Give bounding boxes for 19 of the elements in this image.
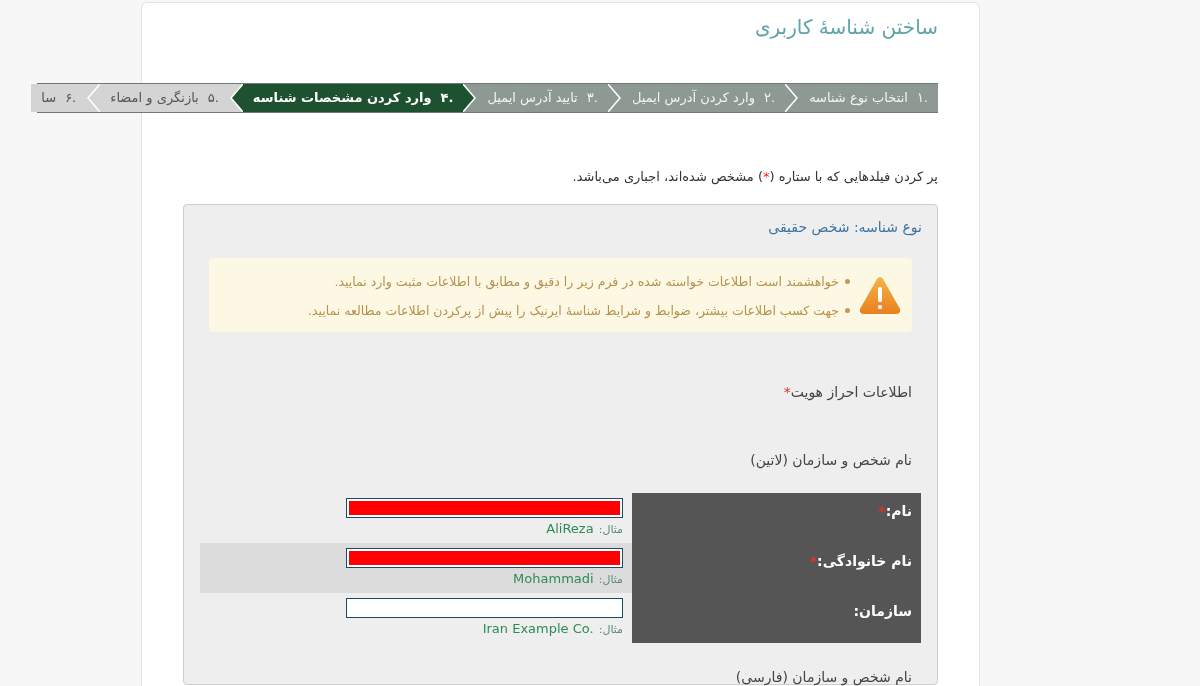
section-title: اطلاعات احراز هویت* (783, 384, 912, 400)
wizard-step[interactable]: ۳. تایید آدرس ایمیل (477, 84, 608, 112)
field-label: سازمان: (853, 603, 912, 619)
required-fields-note: پر کردن فیلدهایی که با ستاره (* ) مشخص شده‌اند، اجباری می‌باشد. (571, 168, 938, 187)
page-title: ساختن شناسهٔ کاربری (754, 14, 938, 41)
bullet-icon (845, 308, 850, 313)
alert-text: خواهشمند است اطلاعات خواسته شده در فرم زیر را دقیق و مطابق با اطلاعات مثبت وارد نمایید. (334, 272, 839, 292)
field-label: نام:* (878, 503, 912, 519)
group-title: نام شخص و سازمان (فارسی) (735, 669, 912, 685)
input-field[interactable] (346, 598, 623, 618)
bullet-icon (845, 279, 850, 284)
alert-text: جهت کسب اطلاعات بیشتر، ضوابط و شرایط شناسهٔ ایرنیک را پیش از پرکردن اطلاعات مطالعه نمایید. (307, 301, 839, 321)
wizard-step[interactable]: ۱. انتخاب نوع شناسه (799, 84, 938, 112)
wizard-step[interactable]: ۲. وارد کردن آدرس ایمیل (621, 84, 786, 112)
group-title: نام شخص و سازمان (لاتین) (750, 452, 912, 468)
chevron-icon (86, 84, 101, 112)
panel-title: نوع شناسه: شخص حقیقی (768, 218, 922, 238)
warning-icon (859, 276, 901, 314)
field-label: نام خانوادگی:* (809, 553, 912, 569)
